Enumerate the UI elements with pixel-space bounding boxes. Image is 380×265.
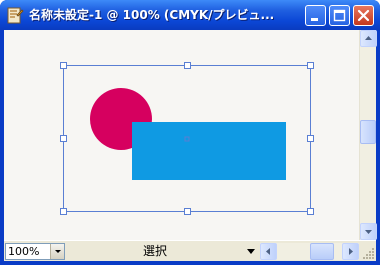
resize-grip-icon[interactable]	[361, 245, 375, 260]
status-mode-dropdown-button[interactable]	[244, 244, 258, 259]
vertical-scrollbar[interactable]	[359, 30, 377, 240]
close-icon	[357, 9, 370, 22]
document-client-area: 100% 選択	[4, 30, 377, 261]
horizontal-scroll-thumb[interactable]	[310, 243, 334, 260]
arrow-left-icon	[266, 248, 270, 255]
blue-rectangle[interactable]	[132, 122, 286, 180]
scroll-up-button[interactable]	[360, 30, 377, 47]
artwork	[60, 62, 314, 215]
zoom-level-dropdown[interactable]: 100%	[5, 243, 65, 260]
status-bar: 100% 選択	[4, 240, 376, 261]
minimize-icon	[311, 18, 318, 21]
minimize-button[interactable]	[305, 5, 326, 26]
chevron-down-icon	[55, 250, 61, 253]
scroll-right-button[interactable]	[342, 243, 359, 260]
maximize-button[interactable]	[329, 5, 350, 26]
triangle-down-icon	[247, 249, 255, 254]
document-app-icon[interactable]	[6, 6, 24, 24]
vertical-scroll-thumb[interactable]	[360, 120, 376, 144]
illustrator-document-window: 名称未設定-1 @ 100% (CMYK/プレビュ... 100% 選択	[0, 0, 380, 265]
status-mode-label: 選択	[142, 244, 167, 258]
window-title: 名称未設定-1 @ 100% (CMYK/プレビュ...	[29, 8, 275, 22]
title-bar[interactable]: 名称未設定-1 @ 100% (CMYK/プレビュ...	[0, 0, 380, 30]
status-mode-menu[interactable]: 選択	[68, 243, 258, 260]
arrow-up-icon	[365, 36, 372, 40]
artboard-canvas[interactable]	[4, 30, 359, 240]
scroll-down-button[interactable]	[360, 223, 377, 240]
maximize-icon	[333, 9, 346, 22]
scroll-left-button[interactable]	[260, 243, 277, 260]
arrow-right-icon	[349, 248, 353, 255]
horizontal-scrollbar[interactable]	[260, 243, 359, 260]
arrow-down-icon	[365, 230, 372, 234]
zoom-value: 100%	[8, 245, 40, 258]
close-button[interactable]	[353, 5, 374, 26]
zoom-dropdown-button[interactable]	[50, 244, 64, 259]
